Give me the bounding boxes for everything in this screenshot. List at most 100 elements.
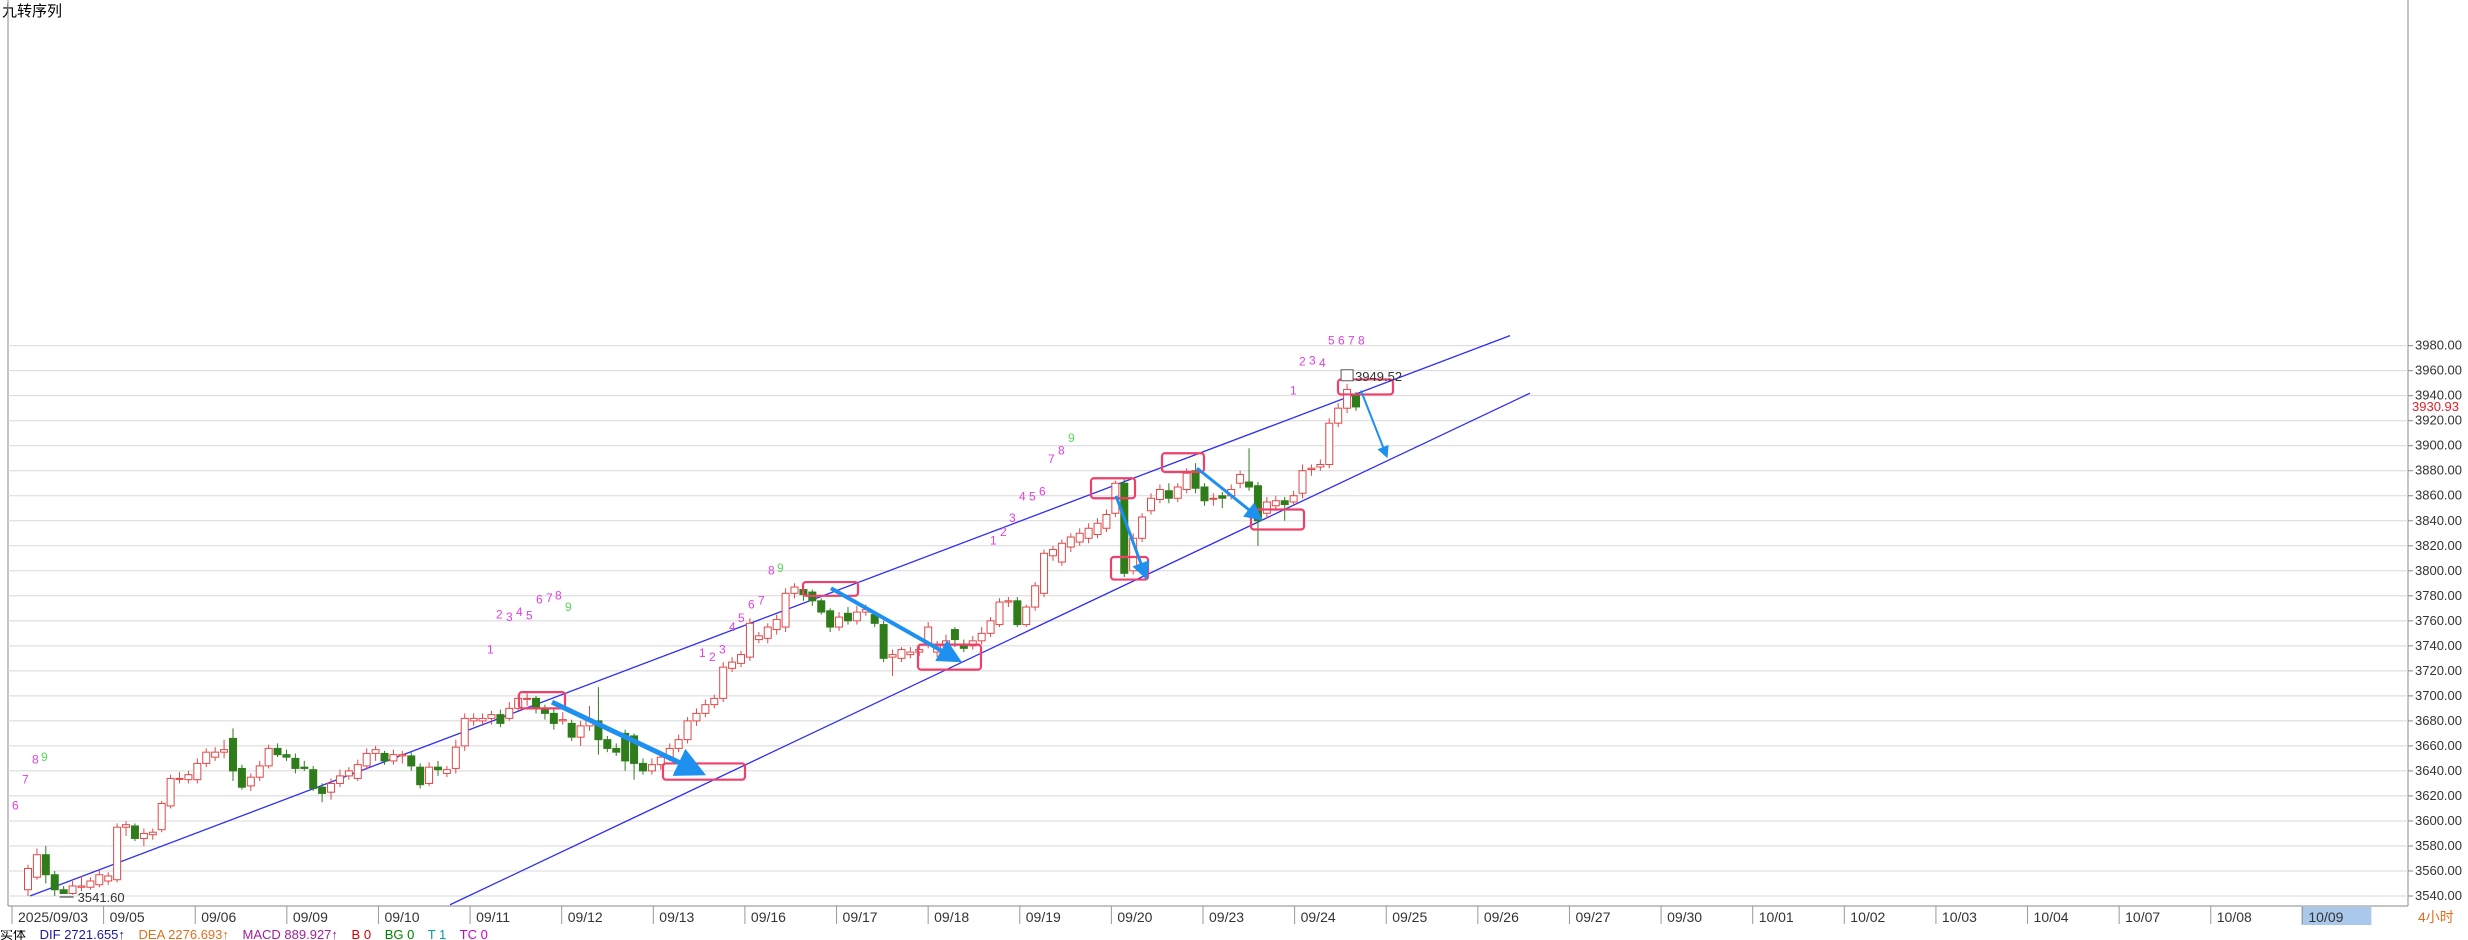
candle-body bbox=[460, 717, 469, 747]
candle-body bbox=[1280, 500, 1289, 505]
channel-line bbox=[449, 392, 1531, 906]
candle-body bbox=[416, 766, 425, 786]
y-tick-label: 3760.00 bbox=[2415, 613, 2462, 628]
high-marker bbox=[1340, 369, 1354, 382]
candle-body bbox=[719, 666, 728, 699]
x-tick-label: 09/18 bbox=[934, 909, 969, 925]
candle-body bbox=[950, 629, 959, 641]
mode-label: 实体 bbox=[0, 930, 27, 940]
candle-body bbox=[1343, 388, 1352, 409]
candle-body bbox=[1022, 606, 1031, 626]
candle-body bbox=[246, 776, 255, 787]
candle-body bbox=[772, 619, 781, 631]
candle-body bbox=[50, 874, 59, 891]
sequence-number: 3 bbox=[1309, 353, 1316, 367]
candle-body bbox=[1057, 542, 1066, 563]
y-tick-label: 3720.00 bbox=[2415, 663, 2462, 678]
candle-body bbox=[1155, 488, 1164, 500]
candlestick-chart: 3540.00 3560.00 3580.00 3600.00 3620.00 3640.… bbox=[7, 0, 2462, 925]
sequence-number: 9 bbox=[41, 750, 48, 764]
candle-body bbox=[380, 752, 389, 762]
candle-body bbox=[674, 739, 683, 749]
candle-body bbox=[389, 754, 398, 762]
candle-body bbox=[122, 824, 131, 828]
candle-body bbox=[139, 832, 148, 839]
y-tick-label: 3780.00 bbox=[2415, 588, 2462, 603]
sequence-number: 5 bbox=[738, 611, 745, 625]
sequence-number: 6 bbox=[536, 592, 543, 606]
candle-body bbox=[344, 770, 353, 777]
candle-body bbox=[1182, 472, 1191, 490]
sequence-number: 6 bbox=[748, 597, 755, 611]
y-tick-label: 3580.00 bbox=[2415, 838, 2462, 853]
candle-body bbox=[852, 611, 861, 622]
candle-body bbox=[291, 757, 300, 769]
candle-body bbox=[1271, 500, 1280, 507]
current-price-label: 3930.93 bbox=[2412, 399, 2459, 414]
candle-body bbox=[915, 649, 924, 653]
x-tick-label: 09/27 bbox=[1575, 909, 1610, 925]
bg-value: BG 0 bbox=[384, 930, 415, 940]
candle-body bbox=[995, 601, 1004, 626]
candle-body bbox=[184, 774, 193, 781]
candle-body bbox=[148, 831, 157, 836]
y-tick-label: 3900.00 bbox=[2415, 438, 2462, 453]
y-tick-label: 3800.00 bbox=[2415, 563, 2462, 578]
sequence-number: 2 bbox=[1299, 355, 1306, 369]
candle-body bbox=[888, 654, 897, 658]
candle-body bbox=[781, 592, 790, 628]
candle-body bbox=[906, 651, 915, 656]
candle-body bbox=[130, 825, 139, 839]
candle-body bbox=[104, 875, 113, 882]
sequence-number: 5 bbox=[1328, 333, 1335, 347]
candle-body bbox=[353, 764, 362, 779]
candle-body bbox=[228, 737, 237, 772]
candle-body bbox=[826, 610, 835, 628]
candle-body bbox=[478, 717, 487, 722]
candle-body bbox=[1298, 470, 1307, 494]
candle-body bbox=[300, 766, 309, 769]
candle-body bbox=[558, 719, 567, 722]
indicator-bar: 实体 DIF 2721.655↑ DEA 2276.693↑ MACD 889.… bbox=[0, 930, 2410, 940]
y-tick-label: 3920.00 bbox=[2415, 413, 2462, 428]
y-tick-label: 3660.00 bbox=[2415, 738, 2462, 753]
candle-body bbox=[1236, 473, 1245, 484]
y-tick-label: 3700.00 bbox=[2415, 688, 2462, 703]
sequence-number: 6 bbox=[1039, 485, 1046, 499]
sequence-number: 4 bbox=[516, 605, 523, 619]
y-tick-label: 3740.00 bbox=[2415, 638, 2462, 653]
x-tick-label: 10/07 bbox=[2125, 909, 2160, 925]
y-tick-label: 3840.00 bbox=[2415, 513, 2462, 528]
y-tick-label: 3620.00 bbox=[2415, 788, 2462, 803]
candle-body bbox=[86, 880, 95, 888]
x-tick-label: 10/04 bbox=[2034, 909, 2069, 925]
candle-body bbox=[549, 712, 558, 724]
candle-body bbox=[327, 782, 336, 793]
candle-body bbox=[68, 885, 77, 894]
sequence-number: 6 bbox=[1338, 333, 1345, 347]
candle-body bbox=[523, 697, 532, 700]
trend-arrow bbox=[830, 586, 962, 663]
candle-body bbox=[1334, 407, 1343, 424]
candle-body bbox=[1352, 395, 1360, 408]
sequence-number: 8 bbox=[1358, 333, 1365, 347]
candle-body bbox=[1245, 481, 1254, 488]
candle-body bbox=[362, 752, 371, 767]
x-tick-label: 10/02 bbox=[1850, 909, 1885, 925]
x-tick-label: 10/09 bbox=[2308, 909, 2343, 925]
candle-body bbox=[282, 754, 291, 758]
sequence-number: 7 bbox=[1348, 333, 1355, 347]
candle-body bbox=[59, 889, 68, 894]
low-price-label: 3541.60 bbox=[78, 890, 125, 905]
candle-body bbox=[1031, 585, 1040, 608]
sequence-number: 3 bbox=[506, 610, 513, 624]
x-tick-label: 09/26 bbox=[1484, 909, 1519, 925]
sequence-number: 4 bbox=[1319, 356, 1326, 370]
x-tick-label: 09/20 bbox=[1117, 909, 1152, 925]
candle-body bbox=[1218, 495, 1227, 499]
x-tick-label: 09/05 bbox=[110, 909, 145, 925]
y-tick-label: 3680.00 bbox=[2415, 713, 2462, 728]
candle-body bbox=[433, 766, 442, 771]
sequence-number: 4 bbox=[729, 620, 736, 634]
sequence-number: 2 bbox=[1000, 525, 1007, 539]
